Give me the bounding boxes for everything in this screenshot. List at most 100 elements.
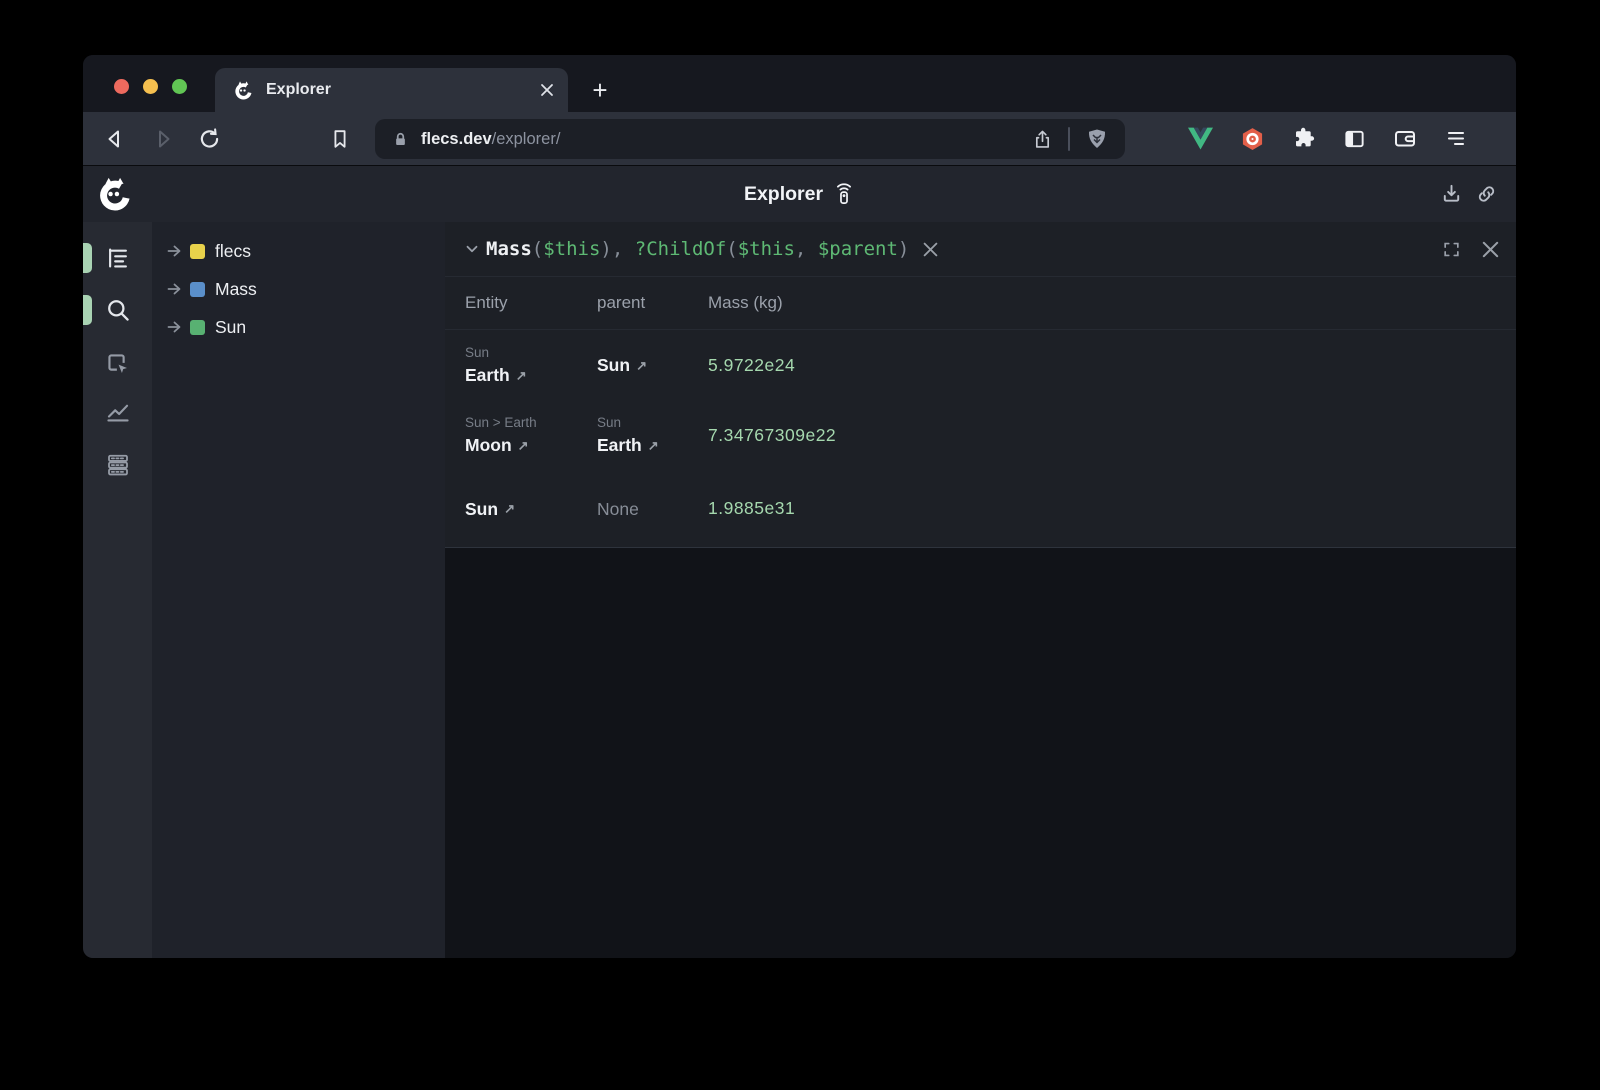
brave-shield-icon[interactable] [1085, 127, 1109, 151]
menu-hamburger-icon[interactable] [1444, 127, 1468, 151]
tree-item-Mass[interactable]: Mass [152, 270, 445, 308]
query-token: ) [898, 238, 909, 260]
sidebar-toggle-icon[interactable] [1343, 127, 1366, 150]
expand-arrow-icon[interactable] [162, 321, 188, 333]
query-token: ), [600, 238, 634, 260]
query-token: ( [532, 238, 543, 260]
url-domain: flecs.dev [421, 130, 492, 149]
tree-active-indicator [83, 243, 92, 273]
goto-entity-icon: ↗ [648, 439, 659, 452]
entity-tree-panel: flecs Mass Sun [152, 222, 445, 958]
mass-value: 5.9722e24 [708, 355, 1516, 376]
hexagon-extension-icon[interactable] [1240, 126, 1265, 151]
main-content: flecsMassSun Mass($this), ?ChildOf($this… [83, 222, 1516, 958]
entity-link[interactable]: Earth↗ [597, 434, 708, 456]
expand-arrow-icon[interactable] [162, 283, 188, 295]
column-header-mass: Mass (kg) [708, 293, 1516, 313]
table-row: Sun↗None1.9885e31 [445, 470, 1516, 547]
extensions-puzzle-icon[interactable] [1292, 127, 1316, 151]
link-icon[interactable] [1475, 183, 1498, 206]
table-row: Sun Earth↗Sun↗5.9722e24 [445, 330, 1516, 400]
entity-color-square [190, 244, 205, 259]
page-title: Explorer [744, 183, 823, 206]
goto-entity-icon: ↗ [636, 359, 647, 372]
entity-path: Sun > Earth [465, 414, 597, 431]
tree-item-Sun[interactable]: Sun [152, 308, 445, 346]
journal-icon[interactable] [104, 452, 131, 479]
entity-link[interactable]: Sun↗ [465, 498, 597, 520]
wallet-icon[interactable] [1393, 127, 1417, 151]
tree-item-label: Mass [215, 279, 257, 300]
url-path: /explorer/ [492, 130, 561, 149]
stats-icon[interactable] [104, 399, 131, 426]
goto-entity-icon: ↗ [518, 439, 529, 452]
share-icon[interactable] [1032, 129, 1053, 150]
url-bar[interactable]: flecs.dev/explorer/ [375, 119, 1125, 159]
search-icon[interactable] [104, 297, 131, 324]
query-token: $this [543, 238, 600, 260]
query-header: Mass($this), ?ChildOf($this, $parent) [445, 222, 1516, 277]
parent-cell: Sun↗ [597, 354, 708, 376]
entity-name: None [597, 498, 708, 520]
expand-arrow-icon[interactable] [162, 245, 188, 257]
query-token: , [795, 238, 818, 260]
mass-value: 7.34767309e22 [708, 425, 1516, 446]
parent-cell: None [597, 498, 708, 520]
remote-connection-icon [833, 182, 855, 206]
query-result-card: Mass($this), ?ChildOf($this, $parent) [445, 222, 1516, 548]
navigation-bar: flecs.dev/explorer/ [83, 112, 1516, 165]
tab-title: Explorer [266, 81, 540, 99]
query-token: $parent [818, 238, 898, 260]
new-tab-button[interactable]: + [583, 73, 617, 107]
goto-entity-icon: ↗ [504, 502, 515, 515]
browser-window: Explorer + [83, 55, 1516, 958]
fullscreen-icon[interactable] [1442, 240, 1461, 259]
reload-button[interactable] [197, 126, 222, 151]
entity-link[interactable]: Earth↗ [465, 364, 597, 386]
entity-path: Sun [465, 344, 597, 361]
query-token: ?ChildOf [635, 238, 727, 260]
goto-entity-icon: ↗ [516, 369, 527, 382]
vue-devtools-icon[interactable] [1188, 128, 1213, 150]
entity-link[interactable]: Sun↗ [597, 354, 708, 376]
close-window-button[interactable] [114, 79, 129, 94]
entity-link[interactable]: Moon↗ [465, 434, 597, 456]
titlebar: Explorer + [83, 55, 1516, 112]
query-expression[interactable]: Mass($this), ?ChildOf($this, $parent) [486, 238, 909, 260]
close-query-icon[interactable] [1482, 241, 1499, 258]
query-remove-icon[interactable] [923, 242, 938, 257]
tab-close-icon[interactable] [540, 83, 554, 97]
flecs-logo-icon[interactable] [96, 175, 134, 213]
query-panel: Mass($this), ?ChildOf($this, $parent) [445, 222, 1516, 958]
mass-value: 1.9885e31 [708, 498, 1516, 519]
inspector-icon[interactable] [104, 351, 131, 378]
query-token: $this [738, 238, 795, 260]
parent-cell: Sun Earth↗ [597, 414, 708, 456]
forward-button[interactable] [151, 127, 175, 151]
entity-color-square [190, 282, 205, 297]
tree-item-flecs[interactable]: flecs [152, 232, 445, 270]
back-button[interactable] [103, 127, 127, 151]
entity-path: Sun [597, 414, 708, 431]
query-token: Mass [486, 238, 532, 260]
bookmark-icon[interactable] [329, 128, 351, 150]
chevron-down-icon[interactable] [463, 240, 481, 258]
query-token: ( [726, 238, 737, 260]
extension-icons [1188, 126, 1468, 151]
table-row: Sun > Earth Moon↗Sun Earth↗7.34767309e22 [445, 400, 1516, 470]
table-header-row: Entity parent Mass (kg) [445, 277, 1516, 330]
search-active-indicator [83, 295, 92, 325]
maximize-window-button[interactable] [172, 79, 187, 94]
left-sidebar [83, 222, 152, 958]
entity-color-square [190, 320, 205, 335]
download-icon[interactable] [1440, 183, 1463, 206]
tree-view-icon[interactable] [104, 245, 131, 272]
lock-icon [391, 130, 410, 149]
minimize-window-button[interactable] [143, 79, 158, 94]
column-header-entity: Entity [465, 293, 597, 313]
flecs-favicon-icon [233, 80, 254, 101]
browser-tab-explorer[interactable]: Explorer [215, 68, 568, 112]
app-header: Explorer [83, 165, 1516, 222]
entity-cell: Sun > Earth Moon↗ [465, 414, 597, 456]
entity-cell: Sun Earth↗ [465, 344, 597, 386]
